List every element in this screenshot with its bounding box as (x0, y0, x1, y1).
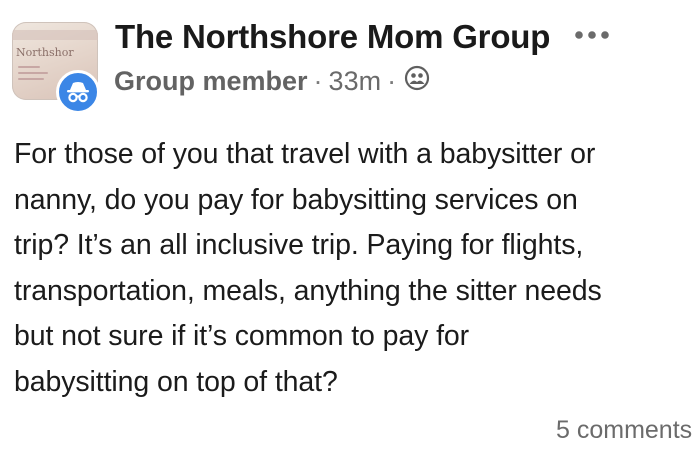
thumbnail-decoration (18, 78, 44, 80)
group-name-link[interactable]: The Northshore Mom Group (115, 18, 550, 56)
group-audience-icon[interactable] (404, 65, 430, 98)
comments-count-link[interactable]: 5 comments (556, 416, 692, 445)
post-body-line: transportation, meals, anything the sitt… (14, 274, 602, 307)
meta-separator: · (387, 66, 397, 96)
post-avatar[interactable]: Northshor (12, 22, 104, 114)
thumbnail-band (12, 30, 98, 40)
anonymous-member-badge (56, 70, 100, 114)
thumbnail-decoration (18, 72, 48, 74)
post-body-line: nanny, do you pay for babysitting servic… (14, 183, 578, 216)
post-body: For those of you that travel with a baby… (14, 132, 700, 405)
post-body-line: babysitting on top of that? (14, 365, 338, 398)
group-post: Northshor The Northshore Mom Group Group… (0, 0, 700, 466)
post-body-line: trip? It’s an all inclusive trip. Paying… (14, 229, 584, 261)
anonymous-incognito-icon (67, 82, 89, 103)
thumbnail-text: Northshor (16, 46, 74, 59)
more-options-icon (575, 31, 609, 39)
post-timestamp[interactable]: 33m (329, 66, 382, 97)
post-body-line: but not sure if it’s common to pay for (14, 320, 470, 352)
author-role[interactable]: Group member (114, 66, 308, 97)
post-meta: Group member · 33m · (114, 65, 430, 98)
post-body-line: For those of you that travel with a baby… (14, 138, 596, 170)
meta-separator: · (313, 66, 323, 96)
more-options-button[interactable] (572, 22, 614, 48)
thumbnail-decoration (18, 66, 40, 68)
